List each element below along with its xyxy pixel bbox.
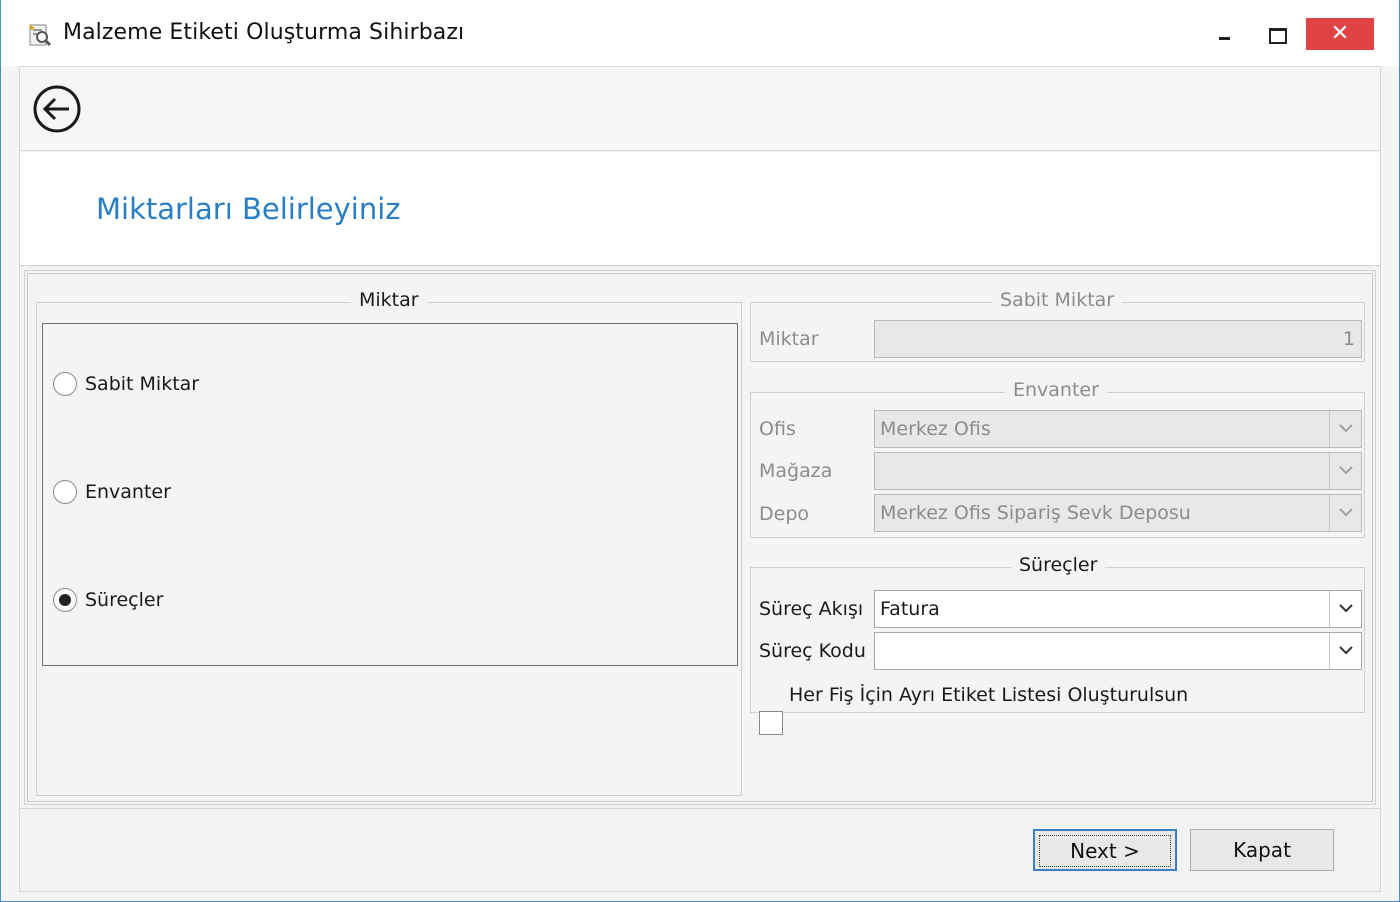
page-title: Miktarları Belirleyiniz [96,192,401,226]
chevron-down-icon [1339,646,1353,655]
radio-button-selected[interactable] [53,588,77,612]
ofis-label: Ofis [759,418,796,440]
surecler-group-title: Süreçler [1011,554,1106,576]
next-button-label: Next > [1039,835,1171,867]
depo-dropdown-button[interactable] [1329,495,1361,531]
back-arrow-icon[interactable] [32,84,82,134]
footer-divider [20,808,1380,809]
navigation-bar [20,67,1380,151]
radio-button[interactable] [53,372,77,396]
wizard-app-icon [29,24,52,47]
depo-select[interactable]: Merkez Ofis Sipariş Sevk Deposu [874,494,1362,532]
maximize-button[interactable] [1261,18,1293,50]
chevron-down-icon [1339,466,1353,475]
surec-kodu-dropdown-button[interactable] [1329,633,1361,669]
title-bar: Malzeme Etiketi Oluşturma Sihirbazı ✕ [1,0,1399,66]
window-title: Malzeme Etiketi Oluşturma Sihirbazı [63,20,465,45]
chevron-down-icon [1339,604,1353,613]
surec-akisi-label: Süreç Akışı [759,598,864,620]
miktar-group-title: Miktar [351,289,427,311]
surec-akisi-select[interactable]: Fatura [874,590,1362,628]
main-panel: Miktar Sabit Miktar Envanter Süreçler Sa… [24,270,1376,805]
ofis-select[interactable]: Merkez Ofis [874,410,1362,448]
wizard-window: Malzeme Etiketi Oluşturma Sihirbazı ✕ Mi… [0,0,1400,902]
radio-label: Sabit Miktar [85,373,200,395]
radio-option-envanter[interactable]: Envanter [53,480,171,504]
surec-kodu-select[interactable] [874,632,1362,670]
next-button[interactable]: Next > [1033,829,1177,871]
sabit-miktar-group: Sabit Miktar Miktar 1 [750,289,1365,362]
miktar-option-box: Sabit Miktar Envanter Süreçler [42,323,738,666]
separate-label-list-label: Her Fiş İçin Ayrı Etiket Listesi Oluştur… [789,684,1189,706]
radio-option-surecler[interactable]: Süreçler [53,588,163,612]
surec-kodu-label: Süreç Kodu [759,640,866,662]
separate-label-list-checkbox[interactable] [759,711,783,735]
magaza-label: Mağaza [759,460,833,482]
miktar-label: Miktar [759,328,819,350]
surecler-group: Süreçler Süreç Akışı Fatura Süreç Kodu H… [750,554,1365,735]
kapat-button[interactable]: Kapat [1190,829,1334,871]
ofis-value: Merkez Ofis [880,418,991,440]
miktar-group: Miktar Sabit Miktar Envanter Süreçler [36,289,742,796]
magaza-select[interactable] [874,452,1362,490]
chevron-down-icon [1339,508,1353,517]
envanter-group: Envanter Ofis Merkez Ofis Mağaza Depo Me… [750,379,1365,538]
radio-option-sabit-miktar[interactable]: Sabit Miktar [53,372,199,396]
radio-button[interactable] [53,480,77,504]
radio-label: Süreçler [85,589,164,611]
surec-akisi-dropdown-button[interactable] [1329,591,1361,627]
radio-label: Envanter [85,481,171,503]
depo-label: Depo [759,503,810,525]
sabit-miktar-group-title: Sabit Miktar [992,289,1123,311]
main-panel-inner: Miktar Sabit Miktar Envanter Süreçler Sa… [27,273,1373,802]
minimize-button[interactable] [1211,18,1243,50]
chevron-down-icon [1339,424,1353,433]
surec-akisi-value: Fatura [880,598,940,620]
miktar-input[interactable]: 1 [874,320,1362,358]
wizard-content: Miktarları Belirleyiniz Miktar Sabit Mik… [19,66,1381,892]
close-window-button[interactable]: ✕ [1306,18,1374,50]
depo-value: Merkez Ofis Sipariş Sevk Deposu [880,502,1191,524]
page-header: Miktarları Belirleyiniz [20,152,1380,266]
envanter-group-title: Envanter [1005,379,1107,401]
ofis-dropdown-button[interactable] [1329,411,1361,447]
magaza-dropdown-button[interactable] [1329,453,1361,489]
